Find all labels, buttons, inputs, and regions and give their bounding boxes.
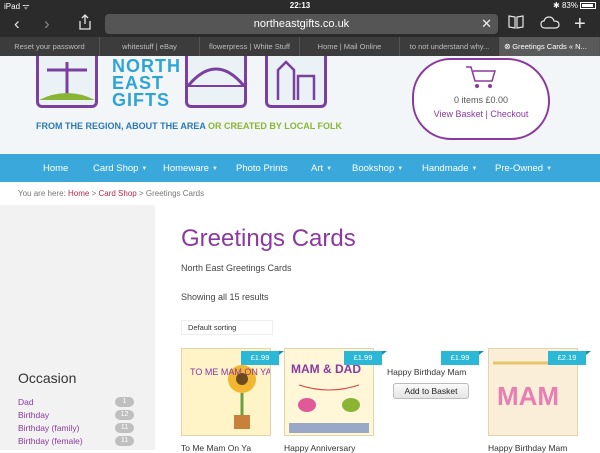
forward-icon[interactable]: › [44,14,50,34]
breadcrumb: You are here: Home > Card Shop > Greetin… [18,189,205,198]
cart-widget: 0 items £0.00 View Basket | Checkout [412,58,550,140]
nav-home[interactable]: Home [43,163,68,174]
chevron-down-icon: ▼ [397,166,404,172]
nav-card-shop[interactable]: Card Shop ▼ [93,163,147,174]
count-badge: 1 [115,397,134,407]
new-tab-icon[interactable]: + [574,14,586,34]
result-count: Showing all 15 results [181,292,269,302]
sidebar-item-birthday-female[interactable]: Birthday (female) [18,436,83,446]
nav-handmade[interactable]: Handmade ▼ [422,163,477,174]
breadcrumb-card-shop[interactable]: Card Shop [98,189,136,198]
product-title[interactable]: Happy Birthday Mam [387,367,487,377]
browser-tab[interactable]: Reset your password [0,37,100,56]
count-badge: 11 [115,423,134,433]
product-title[interactable]: Happy Anniversary [284,443,384,453]
cloud-tabs-icon[interactable] [540,14,560,34]
sidebar-item-birthday-family[interactable]: Birthday (family) [18,423,79,433]
chevron-down-icon: ▼ [471,166,478,172]
clear-url-icon[interactable]: ✕ [481,14,492,34]
tab-strip: Reset your password whitestuff | eBay fl… [0,37,600,56]
sidebar: Occasion Dad 1 Birthday 12 Birthday (fam… [0,205,155,450]
card-art-text: MAM [497,381,559,411]
product-title[interactable]: To Me Mam On Ya [181,443,281,453]
logo-illustration-castle[interactable] [265,56,327,108]
product-title[interactable]: Happy Birthday Mam [488,443,588,453]
chevron-down-icon: ▼ [211,166,218,172]
nav-photo-prints[interactable]: Photo Prints [236,163,288,174]
battery-icon [580,2,596,9]
nav-pre-owned[interactable]: Pre-Owned ▼ [495,163,552,174]
sidebar-item-dad[interactable]: Dad [18,397,34,407]
main-content: Greetings Cards North East Greetings Car… [155,205,600,453]
nav-homeware[interactable]: Homeware ▼ [163,163,218,174]
site-logo[interactable]: NORTH EAST GIFTS [112,57,181,109]
view-basket-link[interactable]: View Basket [434,109,483,119]
browser-tab[interactable]: whitestuff | eBay [100,37,200,56]
address-bar[interactable]: northeastgifts.co.uk ✕ [105,14,498,34]
cart-summary: 0 items £0.00 [453,95,509,105]
sorting-select[interactable]: Default sorting [181,320,273,335]
checkout-link[interactable]: Checkout [490,109,528,119]
price-badge: £1.99 [344,351,387,365]
logo-illustration-bridge[interactable] [185,56,247,108]
sidebar-title: Occasion [18,370,77,386]
browser-tab[interactable]: flowerpress | White Stuff [200,37,300,56]
battery-status: ✱ 83% [553,1,596,10]
page-description: North East Greetings Cards [181,263,292,273]
site-tagline: FROM THE REGION, ABOUT THE AREA OR CREAT… [36,121,343,131]
status-bar: iPad ᯤ 22:13 ✱ 83% [0,0,600,11]
browser-toolbar: ‹ › northeastgifts.co.uk ✕ + [0,11,600,37]
browser-tab[interactable]: Home | Mail Online [300,37,400,56]
close-tab-icon[interactable]: ⊗ [504,37,511,56]
card-art-text: TO ME MAM ON YA BIRTHDAY [190,367,270,377]
main-nav: Home Card Shop ▼ Homeware ▼ Photo Prints A… [0,154,600,182]
back-icon[interactable]: ‹ [14,14,20,34]
url-text: northeastgifts.co.uk [253,18,350,30]
sidebar-item-birthday[interactable]: Birthday [18,410,49,420]
logo-illustration-left[interactable] [36,56,98,108]
site-header: NORTH EAST GIFTS FROM THE REGION, ABOUT … [0,56,600,154]
price-badge: £1.99 [441,351,484,365]
chevron-down-icon: ▼ [326,166,333,172]
price-badge: £1.99 [241,351,284,365]
shopping-cart-icon[interactable] [464,64,498,90]
bookmarks-icon[interactable] [508,14,524,34]
share-icon[interactable] [78,14,92,35]
browser-tab-active[interactable]: ⊗ Greetings Cards « N... [500,37,600,56]
breadcrumb-current: Greetings Cards [145,189,205,198]
browser-tab[interactable]: to not understand why... [400,37,500,56]
cart-links: View Basket | Checkout [433,109,529,119]
nav-art[interactable]: Art ▼ [311,163,332,174]
count-badge: 11 [115,436,134,446]
clock: 22:13 [289,1,311,10]
count-badge: 12 [115,410,134,420]
add-to-basket-button[interactable]: Add to Basket [393,383,469,399]
chevron-down-icon: ▼ [141,166,148,172]
nav-bookshop[interactable]: Bookshop ▼ [352,163,403,174]
chevron-down-icon: ▼ [546,166,553,172]
page-title: Greetings Cards [181,225,356,252]
breadcrumb-home[interactable]: Home [68,189,89,198]
price-badge: £2.19 [548,351,591,365]
